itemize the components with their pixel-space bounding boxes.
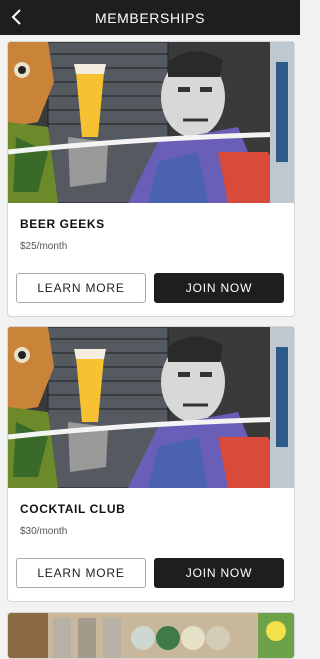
membership-title: BEER GEEKS [20, 217, 105, 231]
membership-image [8, 613, 294, 658]
page-title: MEMBERSHIPS [94, 9, 206, 26]
back-button[interactable] [6, 6, 28, 28]
membership-title: COCKTAIL CLUB [20, 502, 126, 516]
membership-image [8, 327, 294, 488]
top-app-bar: MEMBERSHIPS [0, 0, 300, 35]
learn-more-button[interactable]: LEARN MORE [16, 558, 146, 588]
membership-price: $25/month [20, 241, 68, 252]
membership-image [8, 42, 294, 203]
join-now-button[interactable]: JOIN NOW [154, 273, 284, 303]
chevron-left-icon [11, 9, 21, 25]
join-now-button[interactable]: JOIN NOW [154, 558, 284, 588]
membership-price: $30/month [20, 526, 68, 537]
membership-card-partial [7, 612, 295, 659]
learn-more-button[interactable]: LEARN MORE [16, 273, 146, 303]
membership-card-beer-geeks: BEER GEEKS $25/month LEARN MORE JOIN NOW [7, 41, 295, 317]
membership-card-cocktail-club: COCKTAIL CLUB $30/month LEARN MORE JOIN … [7, 326, 295, 602]
